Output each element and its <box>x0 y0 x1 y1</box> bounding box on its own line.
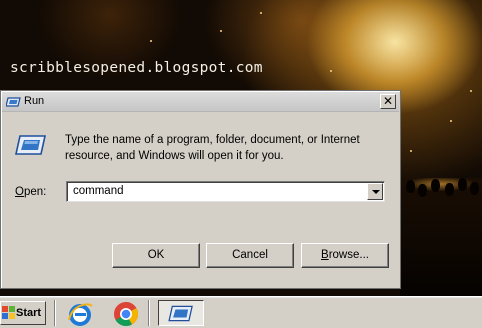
spark <box>220 30 222 32</box>
browse-mnemonic: B <box>321 249 329 261</box>
windows-logo-icon <box>2 306 15 319</box>
ok-button[interactable]: OK <box>112 243 200 268</box>
cancel-button[interactable]: Cancel <box>206 243 294 268</box>
chrome-icon[interactable] <box>112 300 140 328</box>
spark <box>150 40 152 42</box>
taskbar-separator <box>54 300 56 326</box>
open-label-text: pen: <box>23 186 47 198</box>
browse-button[interactable]: Browse... <box>301 243 389 268</box>
taskbar: Start <box>0 296 482 328</box>
taskbar-separator <box>148 300 150 326</box>
open-label-mnemonic: O <box>15 186 24 198</box>
silhouette <box>470 182 479 195</box>
taskbar-item-run[interactable] <box>158 300 204 326</box>
watermark-text: scribblesopened.blogspot.com <box>10 60 263 76</box>
silhouette <box>431 179 440 192</box>
crowd-silhouette <box>400 178 482 296</box>
start-button[interactable]: Start <box>0 301 46 325</box>
close-icon: ✕ <box>382 94 394 108</box>
run-icon <box>6 97 21 107</box>
dialog-title: Run <box>24 95 45 107</box>
chevron-down-icon[interactable] <box>367 183 383 200</box>
dialog-description: Type the name of a program, folder, docu… <box>65 134 360 162</box>
silhouette <box>458 178 467 191</box>
open-combobox[interactable]: command <box>66 181 385 202</box>
run-dialog: Run ✕ Type the name of a program, folder… <box>0 90 401 289</box>
internet-explorer-icon[interactable] <box>66 300 94 328</box>
spark <box>410 150 412 152</box>
spark <box>470 90 472 92</box>
silhouette <box>418 184 427 197</box>
run-icon <box>15 135 46 155</box>
title-bar[interactable]: Run ✕ <box>2 92 399 112</box>
browse-label: rowse... <box>328 249 369 261</box>
silhouette <box>406 180 415 193</box>
close-button[interactable]: ✕ <box>380 94 396 109</box>
run-icon <box>168 305 193 322</box>
start-label: Start <box>16 307 42 319</box>
spark <box>330 70 332 72</box>
open-input-value[interactable]: command <box>73 185 124 197</box>
open-label: Open: <box>15 186 46 198</box>
spark <box>450 120 452 122</box>
silhouette <box>445 183 454 196</box>
spark <box>260 12 262 14</box>
